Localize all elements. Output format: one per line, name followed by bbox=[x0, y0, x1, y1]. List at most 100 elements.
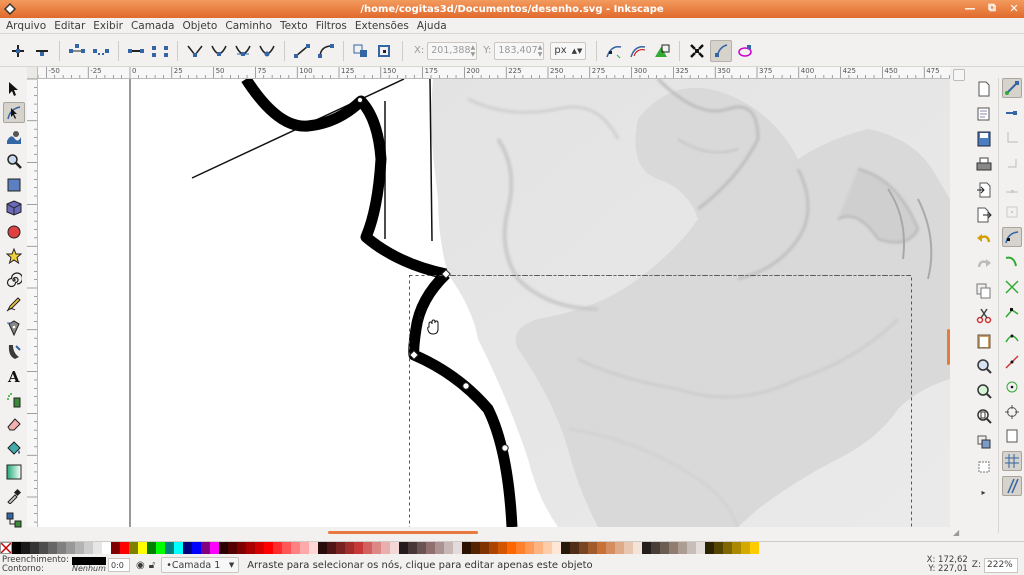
snap-path-intersection-icon[interactable] bbox=[1002, 277, 1022, 297]
show-path-handles-icon[interactable] bbox=[710, 39, 733, 62]
palette-swatch[interactable] bbox=[696, 542, 705, 554]
palette-swatch[interactable] bbox=[417, 542, 426, 554]
palette-swatch[interactable] bbox=[174, 542, 183, 554]
palette-swatch[interactable] bbox=[237, 542, 246, 554]
palette-swatch[interactable] bbox=[669, 542, 678, 554]
export-icon[interactable] bbox=[973, 204, 995, 226]
zoom-tool-icon[interactable] bbox=[3, 150, 25, 171]
unit-select[interactable]: px ▲▼ bbox=[550, 41, 587, 60]
snap-toggle-icon[interactable] bbox=[1001, 78, 1022, 98]
selector-tool-icon[interactable] bbox=[3, 78, 25, 99]
palette-swatch[interactable] bbox=[183, 542, 192, 554]
palette-swatch[interactable] bbox=[291, 542, 300, 554]
palette-swatch[interactable] bbox=[264, 542, 273, 554]
node-symmetric-icon[interactable] bbox=[232, 40, 254, 62]
layer-select[interactable]: •Camada 1 ▼ bbox=[161, 557, 240, 573]
opacity-field[interactable]: 0:0 bbox=[108, 558, 130, 572]
palette-swatch[interactable] bbox=[93, 542, 102, 554]
zoom-field[interactable]: 222% bbox=[984, 557, 1018, 573]
path-node-smooth[interactable] bbox=[501, 444, 509, 452]
palette-swatch[interactable] bbox=[570, 542, 579, 554]
zoom-page-icon[interactable] bbox=[973, 405, 995, 427]
text-tool-icon[interactable]: A bbox=[3, 365, 25, 386]
palette-swatch[interactable] bbox=[381, 542, 390, 554]
fill-stroke-indicator[interactable]: Nenhum bbox=[72, 557, 106, 573]
insert-node-icon[interactable] bbox=[7, 40, 29, 62]
print-icon[interactable] bbox=[973, 154, 995, 176]
stroke-to-path-icon[interactable] bbox=[374, 40, 396, 62]
palette-swatch[interactable] bbox=[480, 542, 489, 554]
canvas-artwork[interactable] bbox=[38, 79, 950, 527]
menu-extensoes[interactable]: Extensões bbox=[351, 20, 413, 32]
object-to-path-icon[interactable] bbox=[350, 40, 372, 62]
more-commands-icon[interactable]: ▸ bbox=[973, 481, 995, 503]
palette-swatch[interactable] bbox=[687, 542, 696, 554]
snap-bbox-midpoint-icon[interactable] bbox=[1002, 178, 1022, 198]
palette-swatch[interactable] bbox=[282, 542, 291, 554]
eye-icon[interactable]: ◉ bbox=[136, 560, 145, 571]
palette-swatch[interactable] bbox=[723, 542, 732, 554]
snap-cusp-nodes-icon[interactable] bbox=[1002, 302, 1022, 322]
menu-ajuda[interactable]: Ajuda bbox=[413, 20, 451, 32]
redo-icon[interactable] bbox=[973, 254, 995, 276]
transform-handles-icon[interactable] bbox=[686, 40, 708, 62]
show-clip-path-icon[interactable] bbox=[734, 40, 756, 62]
palette-swatch[interactable] bbox=[30, 542, 39, 554]
palette-swatch[interactable] bbox=[633, 542, 642, 554]
connector-tool-icon[interactable] bbox=[3, 509, 25, 530]
zoom-selection-icon[interactable] bbox=[973, 355, 995, 377]
minimize-icon[interactable]: — bbox=[964, 2, 976, 15]
palette-swatch[interactable] bbox=[426, 542, 435, 554]
star-tool-icon[interactable] bbox=[3, 246, 25, 267]
join-segment-icon[interactable] bbox=[125, 40, 147, 62]
palette-swatch[interactable] bbox=[66, 542, 75, 554]
palette-swatch[interactable] bbox=[660, 542, 669, 554]
restore-icon[interactable]: ⧉ bbox=[986, 1, 998, 14]
palette-swatch[interactable] bbox=[120, 542, 129, 554]
vertical-ruler[interactable] bbox=[27, 79, 38, 527]
palette-swatch[interactable] bbox=[48, 542, 57, 554]
node-auto-smooth-icon[interactable] bbox=[256, 40, 278, 62]
palette-swatch[interactable] bbox=[273, 542, 282, 554]
cut-icon[interactable] bbox=[973, 305, 995, 327]
node-cusp-icon[interactable] bbox=[184, 40, 206, 62]
menu-exibir[interactable]: Exibir bbox=[89, 20, 127, 32]
palette-swatch[interactable] bbox=[12, 542, 21, 554]
node-smooth-icon[interactable] bbox=[208, 40, 230, 62]
spiral-tool-icon[interactable] bbox=[3, 270, 25, 291]
palette-swatch[interactable] bbox=[462, 542, 471, 554]
palette-swatch[interactable] bbox=[750, 542, 759, 554]
pencil-tool-icon[interactable] bbox=[3, 294, 25, 315]
palette-swatch[interactable] bbox=[534, 542, 543, 554]
close-icon[interactable]: ✕ bbox=[1008, 2, 1020, 15]
palette-swatch[interactable] bbox=[156, 542, 165, 554]
snap-grid-icon[interactable] bbox=[1001, 451, 1022, 472]
palette-swatch[interactable] bbox=[255, 542, 264, 554]
palette-swatch[interactable] bbox=[525, 542, 534, 554]
open-document-icon[interactable] bbox=[973, 103, 995, 125]
zoom-lock-icon[interactable] bbox=[953, 69, 965, 81]
rectangle-tool-icon[interactable] bbox=[3, 174, 25, 195]
ellipse-tool-icon[interactable] bbox=[3, 222, 25, 243]
palette-swatch[interactable] bbox=[309, 542, 318, 554]
menu-objeto[interactable]: Objeto bbox=[179, 20, 222, 32]
snap-bbox-icon[interactable] bbox=[1002, 103, 1022, 123]
snap-paths-icon[interactable] bbox=[1002, 252, 1022, 272]
palette-swatch[interactable] bbox=[543, 542, 552, 554]
duplicate-icon[interactable] bbox=[973, 431, 995, 453]
palette-swatch[interactable] bbox=[165, 542, 174, 554]
delete-segment-icon[interactable] bbox=[149, 40, 171, 62]
node-tool-icon[interactable] bbox=[2, 101, 25, 124]
undo-icon[interactable] bbox=[973, 229, 995, 251]
palette-swatch[interactable] bbox=[363, 542, 372, 554]
vertical-scroll-thumb[interactable] bbox=[947, 329, 950, 365]
palette-swatch[interactable] bbox=[606, 542, 615, 554]
outline-path-upper[interactable] bbox=[241, 79, 448, 280]
path-node-smooth[interactable] bbox=[462, 382, 470, 390]
palette-swatch[interactable] bbox=[471, 542, 480, 554]
snap-page-border-icon[interactable] bbox=[1002, 426, 1022, 446]
import-icon[interactable] bbox=[973, 179, 995, 201]
horizontal-scroll-thumb[interactable] bbox=[328, 531, 478, 534]
lock-icon[interactable]: 🔓︎ bbox=[149, 560, 155, 571]
palette-swatch[interactable] bbox=[714, 542, 723, 554]
